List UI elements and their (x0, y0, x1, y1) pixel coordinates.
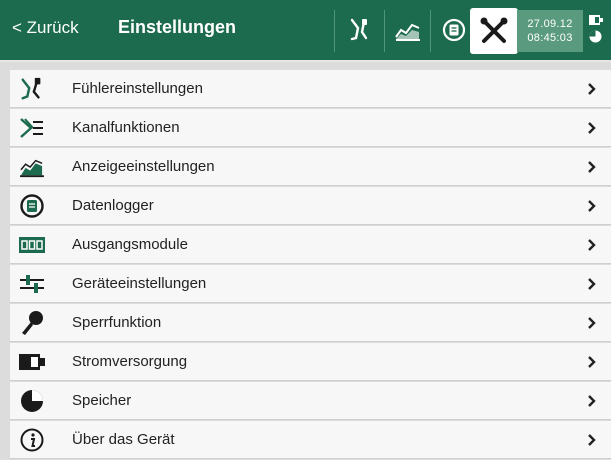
divider (384, 10, 385, 52)
settings-menu: Fühlereinstellungen Kanalfunktionen Anze… (10, 70, 611, 460)
menu-item-ausgangsmodule[interactable]: Ausgangsmodule (10, 226, 611, 264)
channel-functions-icon (10, 109, 54, 146)
menu-item-label: Ausgangsmodule (72, 236, 188, 253)
battery-icon (10, 343, 54, 380)
datetime-display: 27.09.12 08:45:03 (517, 10, 583, 52)
chevron-right-icon (588, 200, 596, 212)
page-title: Einstellungen (118, 17, 237, 37)
menu-item-label: Über das Gerät (72, 431, 175, 448)
menu-item-label: Sperrfunktion (72, 314, 162, 331)
chevron-right-icon (588, 239, 596, 251)
status-icons (589, 14, 607, 43)
menu-item-label: Datenlogger (72, 197, 154, 214)
menu-item-fuehlereinstellungen[interactable]: Fühlereinstellungen (10, 70, 611, 108)
battery-icon (589, 15, 603, 25)
menu-item-kanalfunktionen[interactable]: Kanalfunktionen (10, 109, 611, 147)
chart-icon[interactable] (390, 12, 426, 48)
menu-item-ueber-das-geraet[interactable]: Über das Gerät (10, 421, 611, 459)
memory-icon (589, 30, 602, 43)
menu-item-label: Stromversorgung (72, 353, 188, 370)
menu-item-label: Fühlereinstellungen (72, 80, 203, 97)
chevron-right-icon (588, 122, 596, 134)
date-text: 27.09.12 (527, 18, 573, 30)
divider (430, 10, 431, 52)
memory-icon (10, 382, 54, 419)
menu-item-label: Geräteeinstellungen (72, 275, 207, 292)
divider (334, 10, 335, 52)
menu-item-stromversorgung[interactable]: Stromversorgung (10, 343, 611, 381)
chevron-right-icon (588, 161, 596, 173)
chevron-right-icon (588, 356, 596, 368)
key-icon (10, 304, 54, 341)
menu-item-label: Kanalfunktionen (72, 119, 180, 136)
probe-icon[interactable] (342, 12, 378, 48)
chevron-right-icon (588, 395, 596, 407)
menu-item-anzeigeeinstellungen[interactable]: Anzeigeeinstellungen (10, 148, 611, 186)
menu-item-label: Anzeigeeinstellungen (72, 158, 215, 175)
chevron-right-icon (588, 317, 596, 329)
chevron-right-icon (588, 434, 596, 446)
time-text: 08:45:03 (527, 32, 573, 44)
probe-icon (10, 70, 54, 107)
top-bar: < Zurück Einstellungen 27.09.12 08:45:03 (0, 0, 611, 62)
datalogger-icon[interactable] (436, 12, 472, 48)
chart-icon (10, 148, 54, 185)
menu-item-datenlogger[interactable]: Datenlogger (10, 187, 611, 225)
settings-tools-icon[interactable] (470, 8, 518, 54)
info-icon (10, 421, 54, 458)
menu-item-geraeteeinstellungen[interactable]: Geräteeinstellungen (10, 265, 611, 303)
menu-item-speicher[interactable]: Speicher (10, 382, 611, 420)
menu-item-sperrfunktion[interactable]: Sperrfunktion (10, 304, 611, 342)
menu-item-label: Speicher (72, 392, 132, 409)
output-modules-icon (10, 226, 54, 263)
chevron-right-icon (588, 83, 596, 95)
datalogger-icon (10, 187, 54, 224)
back-button[interactable]: < Zurück (12, 18, 79, 38)
sliders-icon (10, 265, 54, 302)
chevron-right-icon (588, 278, 596, 290)
